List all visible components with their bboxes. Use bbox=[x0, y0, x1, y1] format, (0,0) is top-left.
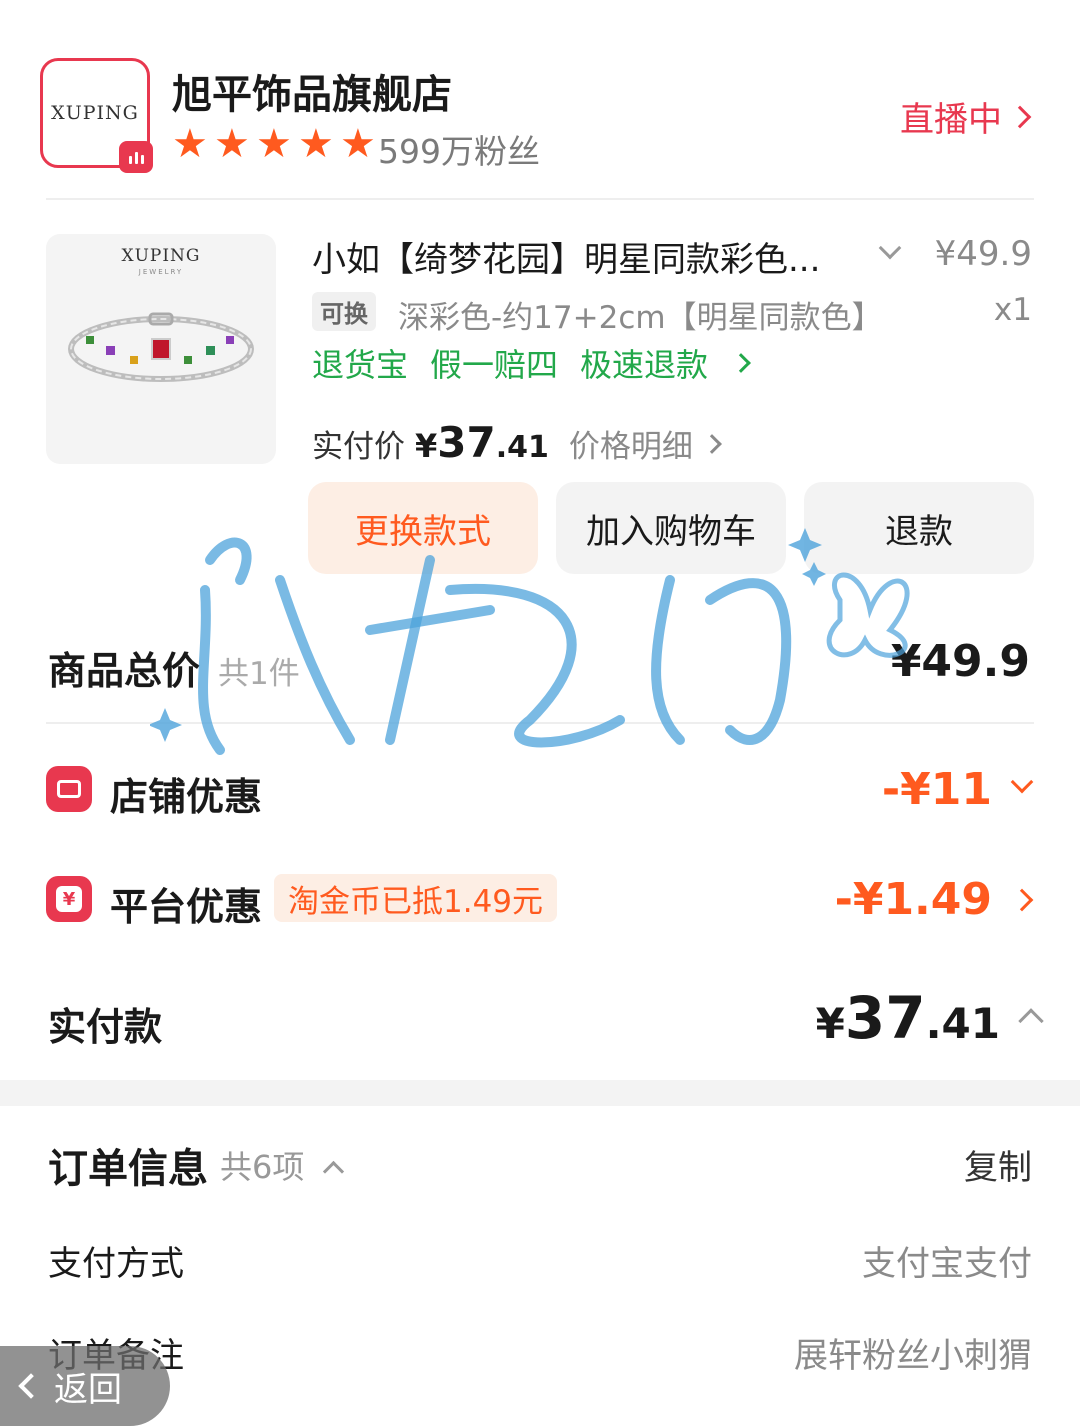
live-link-label: 直播中 bbox=[900, 100, 1002, 140]
divider bbox=[46, 722, 1034, 724]
star-icon: ★ bbox=[172, 121, 208, 167]
order-info-header[interactable]: 订单信息 共6项 bbox=[48, 1136, 345, 1194]
service-guarantees[interactable]: 退货宝 假一赔四 极速退款 bbox=[312, 340, 751, 386]
product-quantity: x1 bbox=[993, 292, 1032, 328]
add-to-cart-button[interactable]: 加入购物车 bbox=[556, 482, 786, 574]
product-title[interactable]: 小如【绮梦花园】明星同款彩色... bbox=[312, 232, 862, 281]
store-discount[interactable]: -¥11 bbox=[881, 764, 1034, 815]
change-style-button[interactable]: 更换款式 bbox=[308, 482, 538, 574]
divider bbox=[46, 198, 1034, 200]
product-price: ¥49.9 bbox=[934, 234, 1032, 274]
store-fans-count: 599万粉丝 bbox=[378, 132, 540, 171]
service-item: 极速退款 bbox=[580, 346, 709, 384]
swap-tag: 可换 bbox=[312, 292, 376, 331]
star-icon: ★ bbox=[298, 121, 334, 167]
chevron-up-icon bbox=[1018, 1008, 1044, 1034]
price-detail-link[interactable]: 价格明细 bbox=[568, 421, 722, 466]
actual-payment-label: 实付款 bbox=[48, 1005, 163, 1049]
service-item: 假一赔四 bbox=[430, 346, 559, 384]
actual-payment[interactable]: ¥ 37 .41 bbox=[815, 984, 1044, 1052]
chevron-right-icon bbox=[1010, 888, 1034, 911]
order-note-value: 展轩粉丝小刺猬 bbox=[794, 1336, 1032, 1376]
service-item: 退货宝 bbox=[312, 346, 409, 384]
store-coupon-icon bbox=[46, 766, 92, 812]
coin-deduction-tag: 淘金币已抵1.49元 bbox=[274, 874, 558, 922]
store-name[interactable]: 旭平饰品旗舰店 bbox=[172, 62, 452, 120]
platform-coupon-icon: ¥ bbox=[46, 876, 92, 922]
chevron-left-icon bbox=[18, 1373, 44, 1399]
total-price-row: 商品总价 共1件 bbox=[48, 640, 300, 695]
store-rating: ★ ★ ★ ★ ★ bbox=[172, 124, 380, 164]
section-separator bbox=[0, 1080, 1080, 1106]
chevron-right-icon bbox=[1008, 105, 1032, 128]
total-price-label: 商品总价 bbox=[48, 649, 201, 693]
back-button[interactable]: 返回 bbox=[0, 1346, 170, 1426]
chevron-right-icon bbox=[701, 433, 722, 454]
chevron-up-icon bbox=[323, 1160, 345, 1182]
platform-discount[interactable]: -¥1.49 bbox=[834, 874, 1034, 925]
svg-text:小橘涧: 小橘涧 bbox=[530, 750, 560, 763]
platform-discount-value: -¥1.49 bbox=[834, 874, 992, 925]
copy-button[interactable]: 复制 bbox=[964, 1140, 1032, 1189]
payment-method-value: 支付宝支付 bbox=[862, 1244, 1032, 1284]
star-icon: ★ bbox=[214, 121, 250, 167]
star-icon: ★ bbox=[256, 121, 292, 167]
chevron-down-icon[interactable] bbox=[878, 236, 902, 260]
paid-price-row: 实付价 ¥ 37 .41 价格明细 bbox=[312, 418, 722, 467]
paid-price-integer: 37 bbox=[437, 418, 496, 467]
actual-payment-decimal: .41 bbox=[925, 999, 1000, 1048]
refund-button[interactable]: 退款 bbox=[804, 482, 1034, 574]
store-discount-value: -¥11 bbox=[881, 764, 992, 815]
chevron-right-icon bbox=[731, 353, 751, 373]
paid-price-label: 实付价 bbox=[312, 429, 405, 465]
star-icon: ★ bbox=[340, 121, 376, 167]
order-info-count: 共6项 bbox=[220, 1148, 305, 1186]
product-sku: 深彩色-约17+2cm【明星同款色】 bbox=[398, 300, 883, 336]
paid-price-symbol: ¥ bbox=[415, 427, 438, 465]
store-logo-text: XUPING bbox=[51, 102, 139, 124]
back-label: 返回 bbox=[54, 1369, 122, 1410]
paid-price-decimal: .41 bbox=[495, 430, 549, 465]
platform-discount-label: 平台优惠 bbox=[110, 885, 263, 929]
price-detail-label: 价格明细 bbox=[568, 429, 693, 465]
live-link[interactable]: 直播中 bbox=[900, 92, 1032, 141]
product-image[interactable]: XUPING JEWELRY bbox=[46, 234, 276, 464]
live-indicator-icon bbox=[119, 141, 153, 173]
actual-payment-integer: 37 bbox=[844, 984, 926, 1052]
total-price-value: ¥49.9 bbox=[890, 636, 1030, 687]
payment-method-label: 支付方式 bbox=[48, 1244, 184, 1284]
actual-payment-symbol: ¥ bbox=[815, 999, 845, 1048]
bracelet-illustration bbox=[68, 312, 254, 382]
order-info-title: 订单信息 bbox=[48, 1146, 208, 1192]
item-count: 共1件 bbox=[218, 656, 300, 692]
chevron-down-icon bbox=[1010, 770, 1034, 793]
store-discount-label: 店铺优惠 bbox=[110, 775, 263, 819]
